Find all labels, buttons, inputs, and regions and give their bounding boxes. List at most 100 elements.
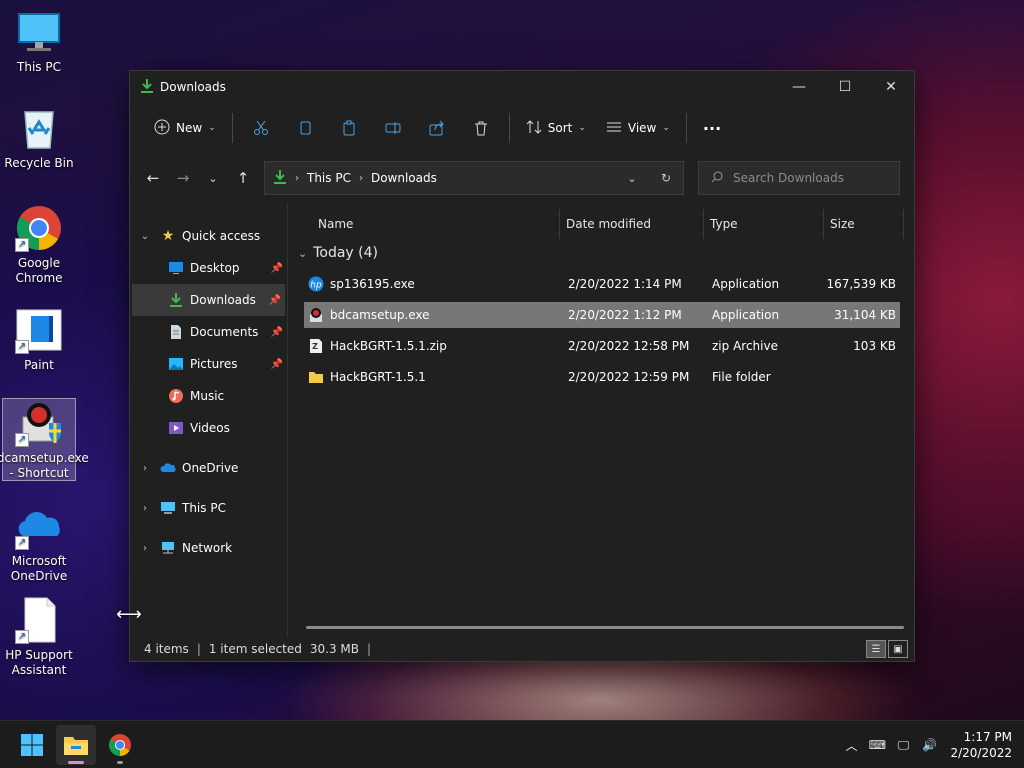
file-name: HackBGRT-1.5.1 bbox=[330, 370, 426, 384]
nav-item-videos[interactable]: Videos bbox=[130, 412, 287, 444]
search-placeholder: Search Downloads bbox=[733, 171, 844, 185]
desktop-icon-this-pc[interactable]: This PC bbox=[2, 8, 76, 75]
system-tray: ︿ ⌨ 🖵 🔊 1:17 PM 2/20/2022 bbox=[838, 721, 1024, 768]
desktop-icon-label: This PC bbox=[17, 60, 61, 74]
network-status-button[interactable]: 🖵 bbox=[890, 738, 916, 753]
keyboard-layout-button[interactable]: ⌨ bbox=[864, 738, 890, 752]
chevron-down-icon: ⌄ bbox=[627, 171, 637, 185]
chevron-down-icon[interactable]: ⌄ bbox=[138, 231, 152, 242]
pin-icon: 📌 bbox=[270, 358, 283, 370]
breadcrumb-downloads[interactable]: Downloads bbox=[371, 171, 437, 185]
column-header-size[interactable]: Size bbox=[824, 209, 904, 239]
desktop-icon-paint[interactable]: ↗ Paint bbox=[2, 306, 76, 373]
svg-text:Z: Z bbox=[312, 342, 318, 351]
up-button[interactable]: ↑ bbox=[228, 163, 258, 193]
nav-item-pictures[interactable]: Pictures 📌 bbox=[130, 348, 287, 380]
close-button[interactable]: ✕ bbox=[868, 71, 914, 103]
chevron-right-icon[interactable]: › bbox=[138, 503, 152, 514]
file-date: 2/20/2022 12:59 PM bbox=[568, 370, 690, 384]
clipboard-icon bbox=[343, 120, 355, 136]
start-button[interactable] bbox=[12, 725, 52, 765]
title-bar[interactable]: Downloads — ☐ ✕ bbox=[130, 71, 914, 103]
scissors-icon bbox=[253, 120, 268, 135]
file-row[interactable]: HackBGRT-1.5.1 2/20/2022 12:59 PM File f… bbox=[304, 364, 900, 390]
chrome-icon: ↗ bbox=[15, 204, 63, 252]
column-label: Name bbox=[318, 217, 354, 231]
desktop-icon-chrome[interactable]: ↗ Google Chrome bbox=[2, 204, 76, 286]
nav-item-desktop[interactable]: Desktop 📌 bbox=[130, 252, 287, 284]
copy-button[interactable] bbox=[290, 111, 320, 145]
nav-this-pc[interactable]: › This PC bbox=[130, 492, 287, 524]
file-row[interactable]: Z HackBGRT-1.5.1.zip 2/20/2022 12:58 PM … bbox=[304, 333, 900, 359]
file-type: Application bbox=[712, 308, 780, 322]
arrow-up-icon: ↑ bbox=[236, 169, 250, 187]
volume-button[interactable]: 🔊 bbox=[916, 738, 942, 752]
refresh-button[interactable]: ↻ bbox=[649, 171, 683, 185]
nav-onedrive[interactable]: › OneDrive bbox=[130, 452, 287, 484]
clock[interactable]: 1:17 PM 2/20/2022 bbox=[942, 729, 1024, 761]
chevron-right-icon[interactable]: › bbox=[138, 463, 152, 474]
column-header-date[interactable]: Date modified bbox=[560, 209, 704, 239]
status-selected: 1 item selected bbox=[208, 642, 302, 656]
large-icons-view-button[interactable]: ▣ bbox=[888, 640, 908, 658]
recent-locations-button[interactable]: ⌄ bbox=[198, 163, 228, 193]
search-box[interactable]: Search Downloads bbox=[698, 161, 900, 195]
windows-logo-icon bbox=[21, 734, 43, 756]
breadcrumb-this-pc[interactable]: This PC bbox=[307, 171, 351, 185]
address-bar[interactable]: › This PC › Downloads ⌄ ↻ bbox=[264, 161, 684, 195]
new-button[interactable]: New ⌄ bbox=[144, 111, 226, 145]
nav-quick-access[interactable]: ⌄ ★ Quick access bbox=[130, 220, 287, 252]
desktop-icon-recycle-bin[interactable]: Recycle Bin bbox=[2, 104, 76, 171]
file-row[interactable]: bdcamsetup.exe 2/20/2022 1:12 PM Applica… bbox=[304, 302, 900, 328]
file-row[interactable]: hp sp136195.exe 2/20/2022 1:14 PM Applic… bbox=[304, 271, 900, 297]
desktop-icon-label: bdcamsetup.exe - Shortcut bbox=[0, 451, 89, 480]
file-name: bdcamsetup.exe bbox=[330, 308, 430, 322]
status-divider: | bbox=[196, 642, 201, 656]
nav-item-documents[interactable]: Documents 📌 bbox=[130, 316, 287, 348]
share-button[interactable] bbox=[422, 111, 452, 145]
minimize-button[interactable]: — bbox=[776, 71, 822, 103]
nav-item-music[interactable]: Music bbox=[130, 380, 287, 412]
address-history-button[interactable]: ⌄ bbox=[615, 172, 649, 185]
desktop-icon-onedrive[interactable]: ↗ Microsoft OneDrive bbox=[2, 502, 76, 584]
music-icon bbox=[168, 388, 184, 404]
forward-button[interactable]: → bbox=[168, 163, 198, 193]
copy-icon bbox=[300, 121, 311, 135]
desktop-icon-bdcamsetup-shortcut[interactable]: ↗ bdcamsetup.exe - Shortcut bbox=[0, 398, 89, 481]
network-monitor-icon: 🖵 bbox=[897, 737, 910, 752]
horizontal-scrollbar[interactable] bbox=[306, 626, 904, 629]
desktop-icon-hp-support[interactable]: ↗ HP Support Assistant bbox=[2, 596, 76, 678]
cut-button[interactable] bbox=[246, 111, 276, 145]
monitor-icon bbox=[15, 8, 63, 56]
show-hidden-icons-button[interactable]: ︿ bbox=[838, 737, 864, 754]
group-header-today[interactable]: ⌄ Today (4) bbox=[298, 245, 378, 261]
rename-button[interactable] bbox=[378, 111, 408, 145]
maximize-button[interactable]: ☐ bbox=[822, 71, 868, 103]
column-header-type[interactable]: Type bbox=[704, 209, 824, 239]
nav-item-downloads[interactable]: Downloads 📌 bbox=[132, 284, 285, 316]
taskbar-file-explorer[interactable] bbox=[56, 725, 96, 765]
details-view-icon: ☰ bbox=[871, 643, 881, 655]
paste-button[interactable] bbox=[334, 111, 364, 145]
taskbar-chrome[interactable] bbox=[100, 725, 140, 765]
nav-label: Documents bbox=[190, 325, 259, 339]
delete-button[interactable] bbox=[466, 111, 496, 145]
more-options-button[interactable]: ··· bbox=[693, 111, 731, 145]
sort-button[interactable]: Sort ⌄ bbox=[516, 111, 596, 145]
nav-network[interactable]: › Network bbox=[130, 532, 287, 564]
column-header-name[interactable]: Name bbox=[312, 209, 560, 239]
back-button[interactable]: ← bbox=[138, 163, 168, 193]
shortcut-arrow-icon: ↗ bbox=[15, 238, 29, 252]
status-bar: 4 items | 1 item selected 30.3 MB | ☰ ▣ bbox=[130, 637, 914, 661]
sort-arrows-icon bbox=[526, 119, 542, 138]
arrow-right-icon: → bbox=[176, 169, 190, 187]
trash-icon bbox=[474, 121, 487, 136]
file-icon: ↗ bbox=[15, 596, 63, 644]
shortcut-arrow-icon: ↗ bbox=[15, 433, 29, 447]
details-view-button[interactable]: ☰ bbox=[866, 640, 886, 658]
view-button[interactable]: View ⌄ bbox=[596, 111, 680, 145]
folder-icon bbox=[308, 369, 324, 385]
column-header-row: Name Date modified Type Size bbox=[288, 209, 914, 239]
chevron-right-icon[interactable]: › bbox=[138, 543, 152, 554]
desktop-icon-label: Paint bbox=[24, 358, 54, 372]
